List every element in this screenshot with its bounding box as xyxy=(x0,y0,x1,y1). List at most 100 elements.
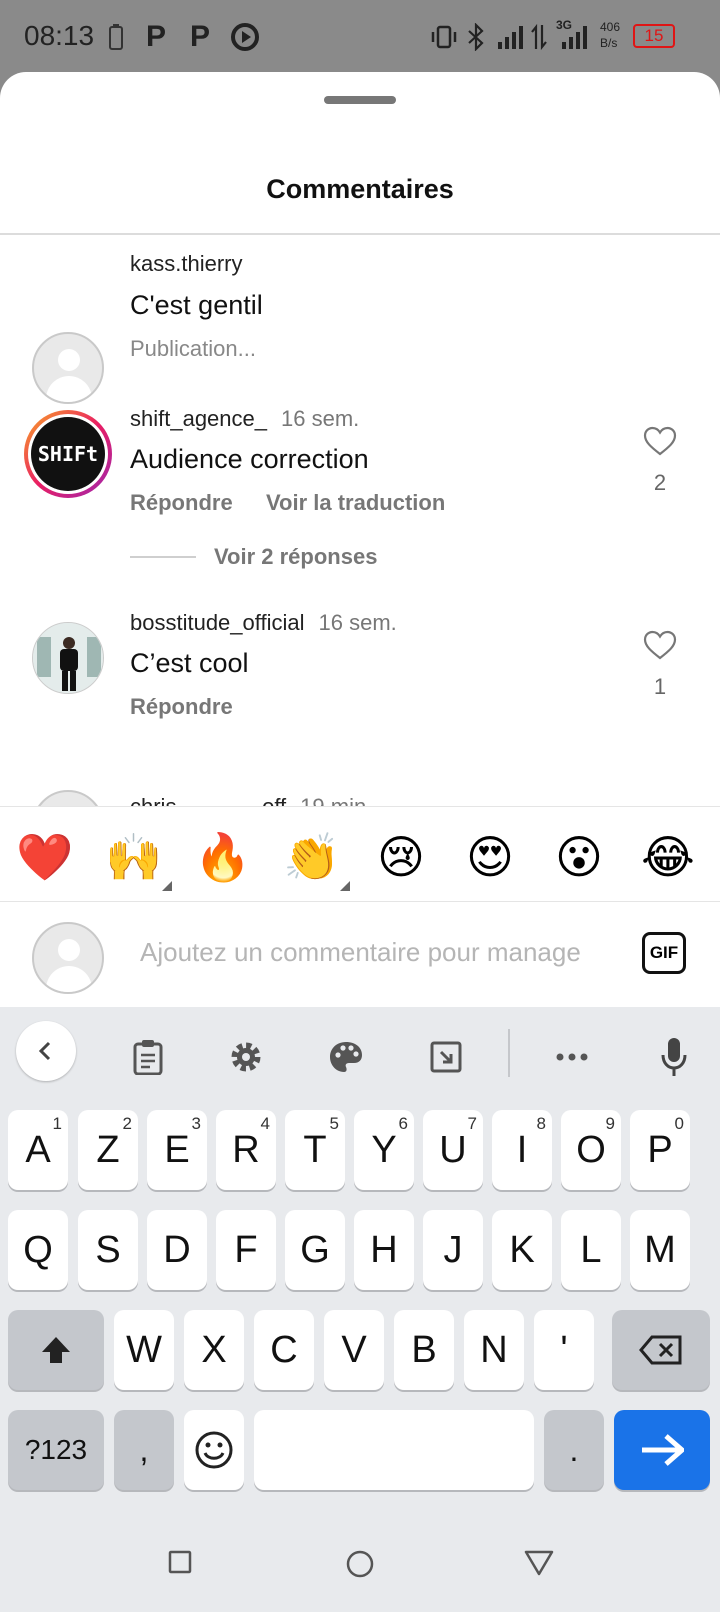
key-l[interactable]: L xyxy=(561,1210,621,1290)
username-text[interactable]: kass.thierry xyxy=(130,251,242,276)
symbols-key[interactable]: ?123 xyxy=(8,1410,104,1490)
gif-button[interactable]: GIF xyxy=(642,932,686,974)
key-i[interactable]: I8 xyxy=(492,1110,552,1190)
key-w[interactable]: W xyxy=(114,1310,174,1390)
shift-key[interactable] xyxy=(8,1310,104,1390)
avatar[interactable] xyxy=(32,332,104,404)
avatar-body xyxy=(46,966,92,992)
emoji-glyph: 👏 xyxy=(283,831,341,883)
recents-square-icon[interactable] xyxy=(168,1550,192,1579)
smiley-icon xyxy=(195,1431,233,1469)
comment-time: 16 sem. xyxy=(281,406,360,431)
key-u[interactable]: U7 xyxy=(423,1110,483,1190)
key-label: R xyxy=(232,1128,260,1171)
key-v[interactable]: V xyxy=(324,1310,384,1390)
palette-icon[interactable] xyxy=(324,1035,368,1079)
toolbar-separator xyxy=(508,1029,510,1077)
sheet-drag-handle[interactable] xyxy=(324,96,396,104)
key-k[interactable]: K xyxy=(492,1210,552,1290)
status-time: 08:13 xyxy=(24,20,95,51)
avatar[interactable] xyxy=(32,622,104,694)
comment-username[interactable]: bosstitude_official 16 sem. xyxy=(130,610,397,636)
avatar-body xyxy=(46,376,92,402)
comment-username[interactable]: shift_agence_ 16 sem. xyxy=(130,406,359,432)
key-p[interactable]: P0 xyxy=(630,1110,690,1190)
send-key[interactable] xyxy=(614,1410,710,1490)
emoji-key[interactable] xyxy=(184,1410,244,1490)
key-g[interactable]: G xyxy=(285,1210,345,1290)
reply-button[interactable]: Répondre xyxy=(130,490,233,516)
key-h[interactable]: H xyxy=(354,1210,414,1290)
vibrate-icon xyxy=(430,22,458,52)
comment-item: bosstitude_official 16 sem. C’est cool Ré… xyxy=(0,610,720,760)
replies-divider-line xyxy=(130,556,196,558)
username-text[interactable]: shift_agence_ xyxy=(130,406,267,431)
key-a[interactable]: A1 xyxy=(8,1110,68,1190)
key-c[interactable]: C xyxy=(254,1310,314,1390)
key-hint: 8 xyxy=(536,1114,546,1133)
data-speed-value: 406 xyxy=(600,20,621,34)
key-z[interactable]: Z2 xyxy=(78,1110,138,1190)
key-x[interactable]: X xyxy=(184,1310,244,1390)
key-n[interactable]: N xyxy=(464,1310,524,1390)
key-j[interactable]: J xyxy=(423,1210,483,1290)
key-m[interactable]: M xyxy=(630,1210,690,1290)
keyboard-back-button[interactable] xyxy=(16,1021,76,1081)
avatar-ring-gap: SHIFt xyxy=(28,414,108,494)
send-arrow-icon xyxy=(642,1434,684,1466)
reply-button[interactable]: Répondre xyxy=(130,694,233,720)
emoji-surprised[interactable]: 😮 xyxy=(549,827,609,887)
comment-time: 16 sem. xyxy=(318,610,397,635)
comment-input[interactable] xyxy=(140,930,608,974)
key-s[interactable]: S xyxy=(78,1210,138,1290)
back-triangle-icon[interactable] xyxy=(524,1550,554,1581)
see-translation-button[interactable]: Voir la traduction xyxy=(266,490,445,516)
period-key[interactable]: . xyxy=(544,1410,604,1490)
comma-key[interactable]: , xyxy=(114,1410,174,1490)
emoji-fire[interactable]: 🔥 xyxy=(193,827,253,887)
key-t[interactable]: T5 xyxy=(285,1110,345,1190)
key-hint: 3 xyxy=(191,1114,201,1133)
system-nav-bar xyxy=(0,1520,720,1612)
p-app-icon: P xyxy=(146,20,167,53)
like-count: 1 xyxy=(653,674,667,699)
key-r[interactable]: R4 xyxy=(216,1110,276,1190)
view-replies-button[interactable]: Voir 2 réponses xyxy=(214,544,377,570)
comment-username[interactable]: kass.thierry xyxy=(130,251,242,277)
key-label: A xyxy=(25,1128,51,1171)
key-e[interactable]: E3 xyxy=(147,1110,207,1190)
emoji-heart-eyes[interactable]: 😍 xyxy=(460,827,520,887)
home-circle-icon[interactable] xyxy=(346,1550,374,1583)
space-key[interactable] xyxy=(254,1410,534,1490)
clipboard-icon[interactable] xyxy=(126,1035,170,1079)
emoji-clapping[interactable]: 👏 xyxy=(282,827,350,891)
emoji-heart[interactable]: ❤️ xyxy=(15,827,75,887)
divider xyxy=(0,233,720,235)
key-q[interactable]: Q xyxy=(8,1210,68,1290)
microphone-icon[interactable] xyxy=(652,1035,696,1079)
emoji-tears-of-joy[interactable]: 😂 xyxy=(638,827,698,887)
settings-gear-icon[interactable] xyxy=(224,1035,268,1079)
signal-icon xyxy=(496,22,524,52)
shift-arrow-icon xyxy=(42,1337,70,1363)
key-d[interactable]: D xyxy=(147,1210,207,1290)
more-dots-icon[interactable] xyxy=(550,1035,594,1079)
resize-icon[interactable] xyxy=(424,1035,468,1079)
chevron-left-icon xyxy=(38,1041,51,1061)
comment-text: Audience correction xyxy=(130,444,369,474)
key-o[interactable]: O9 xyxy=(561,1110,621,1190)
key-b[interactable]: B xyxy=(394,1310,454,1390)
backspace-key[interactable] xyxy=(612,1310,710,1390)
key-f[interactable]: F xyxy=(216,1210,276,1290)
emoji-crying[interactable]: 😢 xyxy=(371,827,431,887)
key-label: O xyxy=(576,1128,606,1171)
heart-icon[interactable] xyxy=(640,426,680,461)
avatar-story-ring[interactable]: SHIFt xyxy=(24,410,112,498)
heart-icon[interactable] xyxy=(640,630,680,665)
username-text[interactable]: bosstitude_official xyxy=(130,610,305,635)
key-hint: 9 xyxy=(605,1114,615,1133)
sheet-title: Commentaires xyxy=(266,174,454,204)
key-y[interactable]: Y6 xyxy=(354,1110,414,1190)
key-apostrophe[interactable]: ' xyxy=(534,1310,594,1390)
emoji-raised-hands[interactable]: 🙌 xyxy=(104,827,172,891)
